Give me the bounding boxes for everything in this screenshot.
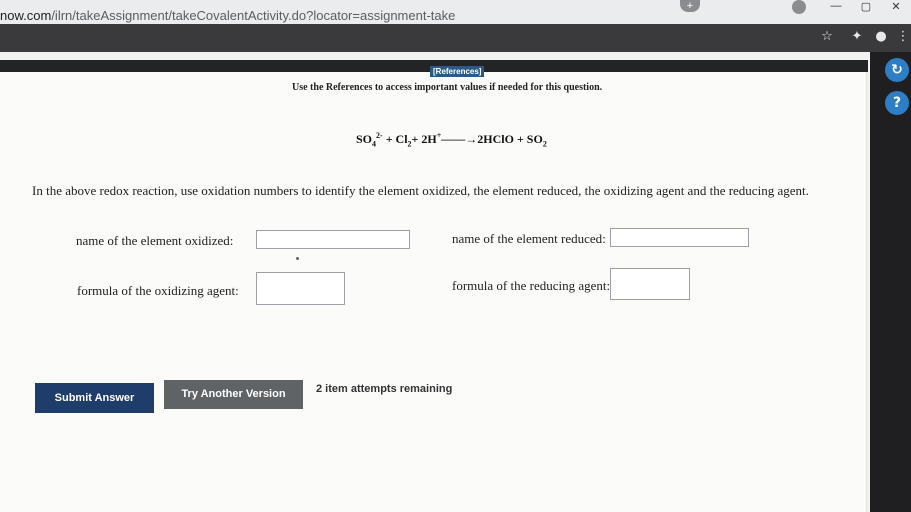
question-text: In the above redox reaction, use oxidati…: [32, 183, 809, 198]
menu-icon[interactable]: ⋮: [894, 28, 911, 46]
star-icon[interactable]: ☆: [818, 28, 836, 46]
product-hclo: 2HClO: [477, 132, 514, 146]
references-button[interactable]: [References]: [430, 66, 485, 77]
element-reduced-label: name of the element reduced:: [452, 231, 606, 246]
stray-dot: [296, 257, 299, 260]
so4-subscript: 4: [372, 139, 377, 149]
plus-sign: +: [513, 132, 527, 146]
url-text[interactable]: now.com/ilrn/takeAssignment/takeCovalent…: [0, 8, 455, 23]
maximize-button[interactable]: ▢: [851, 0, 881, 14]
chemical-equation: SO42- + Cl2+ 2H+——→2HClO + SO2: [356, 131, 547, 148]
oxidizing-agent-label: formula of the oxidizing agent:: [77, 283, 239, 298]
element-oxidized-label: name of the element oxidized:: [76, 233, 234, 248]
window-controls: — ▢ ✕: [821, 0, 911, 14]
minimize-button[interactable]: —: [821, 0, 851, 14]
plus-sign: +: [382, 132, 396, 146]
refresh-icon[interactable]: ↻: [885, 58, 909, 82]
extension-icon[interactable]: ✦: [848, 28, 866, 46]
url-path: /ilrn/takeAssignment/takeCovalentActivit…: [51, 8, 456, 23]
url-domain: now.com: [0, 8, 52, 23]
tab-indicator-icon: [792, 0, 806, 14]
reaction-arrow: ——→: [441, 132, 478, 146]
reactant-h: 2H: [421, 132, 437, 146]
try-another-version-button[interactable]: Try Another Version: [164, 380, 303, 409]
element-reduced-input[interactable]: [610, 228, 749, 247]
browser-toolbar: ☆ ✦ ● ⋮: [0, 24, 911, 52]
reactant-so4: SO: [356, 132, 373, 146]
reducing-agent-input[interactable]: [610, 268, 690, 300]
so4-charge: 2-: [376, 131, 383, 140]
plus-sign: +: [411, 132, 422, 146]
new-tab-button[interactable]: +: [680, 0, 700, 12]
side-panel: [870, 52, 911, 512]
help-icon[interactable]: ?: [885, 91, 909, 115]
element-oxidized-input[interactable]: [256, 230, 410, 249]
submit-answer-button[interactable]: Submit Answer: [35, 383, 154, 413]
close-window-button[interactable]: ✕: [881, 0, 911, 14]
so2-subscript: 2: [542, 139, 547, 149]
reactant-cl2: Cl: [395, 132, 408, 146]
reducing-agent-label: formula of the reducing agent:: [452, 278, 611, 293]
product-so2: SO: [526, 132, 543, 146]
oxidizing-agent-input[interactable]: [256, 272, 345, 305]
profile-icon[interactable]: ●: [872, 28, 890, 46]
attempts-remaining: 2 item attempts remaining: [316, 383, 453, 395]
references-instruction: Use the References to access important v…: [292, 82, 603, 93]
